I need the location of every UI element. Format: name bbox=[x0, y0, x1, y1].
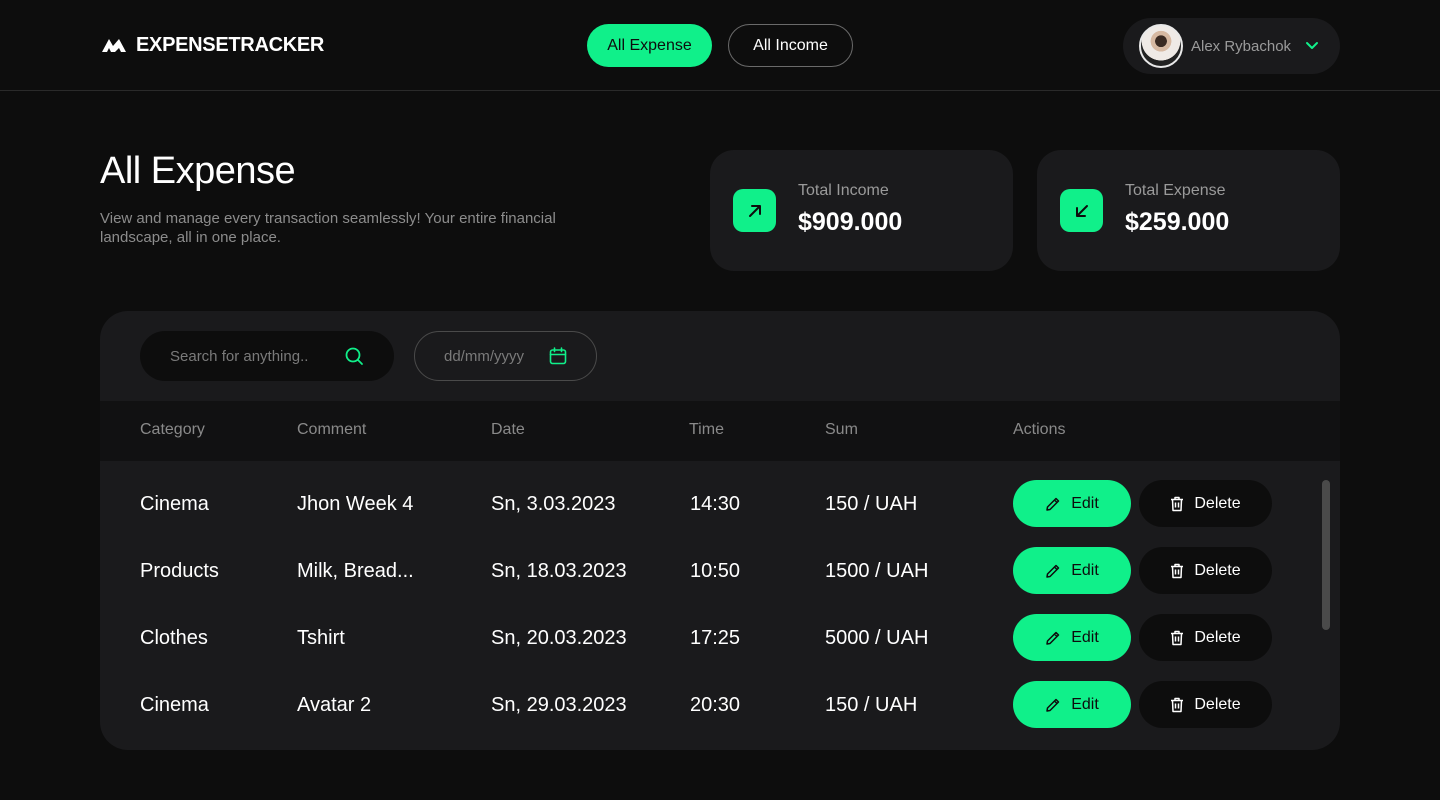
search-input[interactable] bbox=[170, 347, 344, 365]
column-header-actions: Actions bbox=[1013, 421, 1066, 438]
total-expense-label: Total Expense bbox=[1125, 182, 1226, 199]
cell-date: Sn, 3.03.2023 bbox=[491, 493, 616, 515]
cell-date: Sn, 29.03.2023 bbox=[491, 694, 627, 716]
edit-button[interactable]: Edit bbox=[1013, 547, 1131, 594]
date-filter[interactable] bbox=[414, 331, 597, 381]
delete-label: Delete bbox=[1194, 695, 1241, 713]
cell-time: 20:30 bbox=[690, 694, 741, 716]
edit-button[interactable]: Edit bbox=[1013, 681, 1131, 728]
arrow-down-left-icon bbox=[1060, 189, 1103, 232]
edit-button[interactable]: Edit bbox=[1013, 614, 1131, 661]
logo-icon bbox=[102, 39, 126, 52]
cell-comment: Tshirt bbox=[297, 627, 345, 649]
cell-sum: 1500 / UAH bbox=[825, 560, 929, 582]
delete-button[interactable]: Delete bbox=[1139, 614, 1272, 661]
avatar bbox=[1139, 24, 1183, 68]
scrollbar[interactable] bbox=[1322, 480, 1330, 630]
pencil-icon bbox=[1046, 698, 1060, 712]
trash-icon bbox=[1171, 697, 1184, 712]
top-header: EXPENSETRACKER All Expense All Income Al… bbox=[0, 0, 1440, 91]
cell-sum: 150 / UAH bbox=[825, 694, 918, 716]
date-input[interactable] bbox=[444, 347, 548, 365]
trash-icon bbox=[1171, 496, 1184, 511]
all-income-button[interactable]: All Income bbox=[728, 24, 853, 67]
cell-comment: Jhon Week 4 bbox=[297, 493, 414, 515]
cell-sum: 150 / UAH bbox=[825, 493, 918, 515]
edit-label: Edit bbox=[1071, 561, 1099, 579]
column-header-sum: Sum bbox=[825, 421, 858, 438]
edit-label: Edit bbox=[1071, 628, 1099, 646]
page-title: All Expense bbox=[100, 150, 296, 192]
trash-icon bbox=[1171, 630, 1184, 645]
cell-category: Clothes bbox=[140, 627, 208, 649]
calendar-icon[interactable] bbox=[548, 346, 568, 366]
total-income-label: Total Income bbox=[798, 182, 889, 199]
delete-label: Delete bbox=[1194, 494, 1241, 512]
column-header-category: Category bbox=[140, 421, 205, 438]
chevron-down-icon bbox=[1306, 42, 1319, 49]
transactions-panel: Category Comment Date Time Sum Actions C… bbox=[100, 311, 1340, 750]
cell-sum: 5000 / UAH bbox=[825, 627, 929, 649]
pencil-icon bbox=[1046, 631, 1060, 645]
column-header-comment: Comment bbox=[297, 421, 367, 438]
user-menu[interactable]: Alex Rybachok bbox=[1123, 18, 1340, 74]
user-name: Alex Rybachok bbox=[1191, 37, 1292, 55]
cell-category: Cinema bbox=[140, 493, 209, 515]
table-row: Cinema Jhon Week 4 Sn, 3.03.2023 14:30 1… bbox=[100, 480, 1340, 547]
trash-icon bbox=[1171, 563, 1184, 578]
edit-label: Edit bbox=[1071, 494, 1099, 512]
arrow-up-right-icon bbox=[733, 189, 776, 232]
pencil-icon bbox=[1046, 564, 1060, 578]
cell-time: 10:50 bbox=[690, 560, 741, 582]
search-icon[interactable] bbox=[344, 346, 364, 366]
table-row: Clothes Tshirt Sn, 20.03.2023 17:25 5000… bbox=[100, 614, 1340, 681]
total-expense-card: Total Expense $259.000 bbox=[1037, 150, 1340, 271]
cell-time: 17:25 bbox=[690, 627, 741, 649]
all-expense-button[interactable]: All Expense bbox=[587, 24, 712, 67]
edit-button[interactable]: Edit bbox=[1013, 480, 1131, 527]
cell-comment: Milk, Bread... bbox=[297, 560, 414, 582]
cell-time: 14:30 bbox=[690, 493, 741, 515]
total-income-value: $909.000 bbox=[798, 208, 903, 236]
delete-button[interactable]: Delete bbox=[1139, 681, 1272, 728]
table-row: Cinema Avatar 2 Sn, 29.03.2023 20:30 150… bbox=[100, 681, 1340, 748]
logo-text: EXPENSETRACKER bbox=[136, 33, 325, 56]
edit-label: Edit bbox=[1071, 695, 1099, 713]
table-row: Products Milk, Bread... Sn, 18.03.2023 1… bbox=[100, 547, 1340, 614]
column-header-time: Time bbox=[689, 421, 724, 438]
delete-button[interactable]: Delete bbox=[1139, 547, 1272, 594]
column-header-date: Date bbox=[491, 421, 525, 438]
pencil-icon bbox=[1046, 497, 1060, 511]
delete-label: Delete bbox=[1194, 561, 1241, 579]
cell-date: Sn, 20.03.2023 bbox=[491, 627, 627, 649]
total-income-card: Total Income $909.000 bbox=[710, 150, 1013, 271]
delete-button[interactable]: Delete bbox=[1139, 480, 1272, 527]
cell-category: Products bbox=[140, 560, 219, 582]
logo[interactable]: EXPENSETRACKER bbox=[100, 33, 324, 57]
page-description: View and manage every transaction seamle… bbox=[100, 210, 556, 246]
cell-category: Cinema bbox=[140, 694, 209, 716]
total-expense-value: $259.000 bbox=[1125, 208, 1230, 236]
cell-comment: Avatar 2 bbox=[297, 694, 372, 716]
cell-date: Sn, 18.03.2023 bbox=[491, 560, 627, 582]
table-header: Category Comment Date Time Sum Actions bbox=[100, 401, 1340, 461]
delete-label: Delete bbox=[1194, 628, 1241, 646]
search-box[interactable] bbox=[140, 331, 394, 381]
